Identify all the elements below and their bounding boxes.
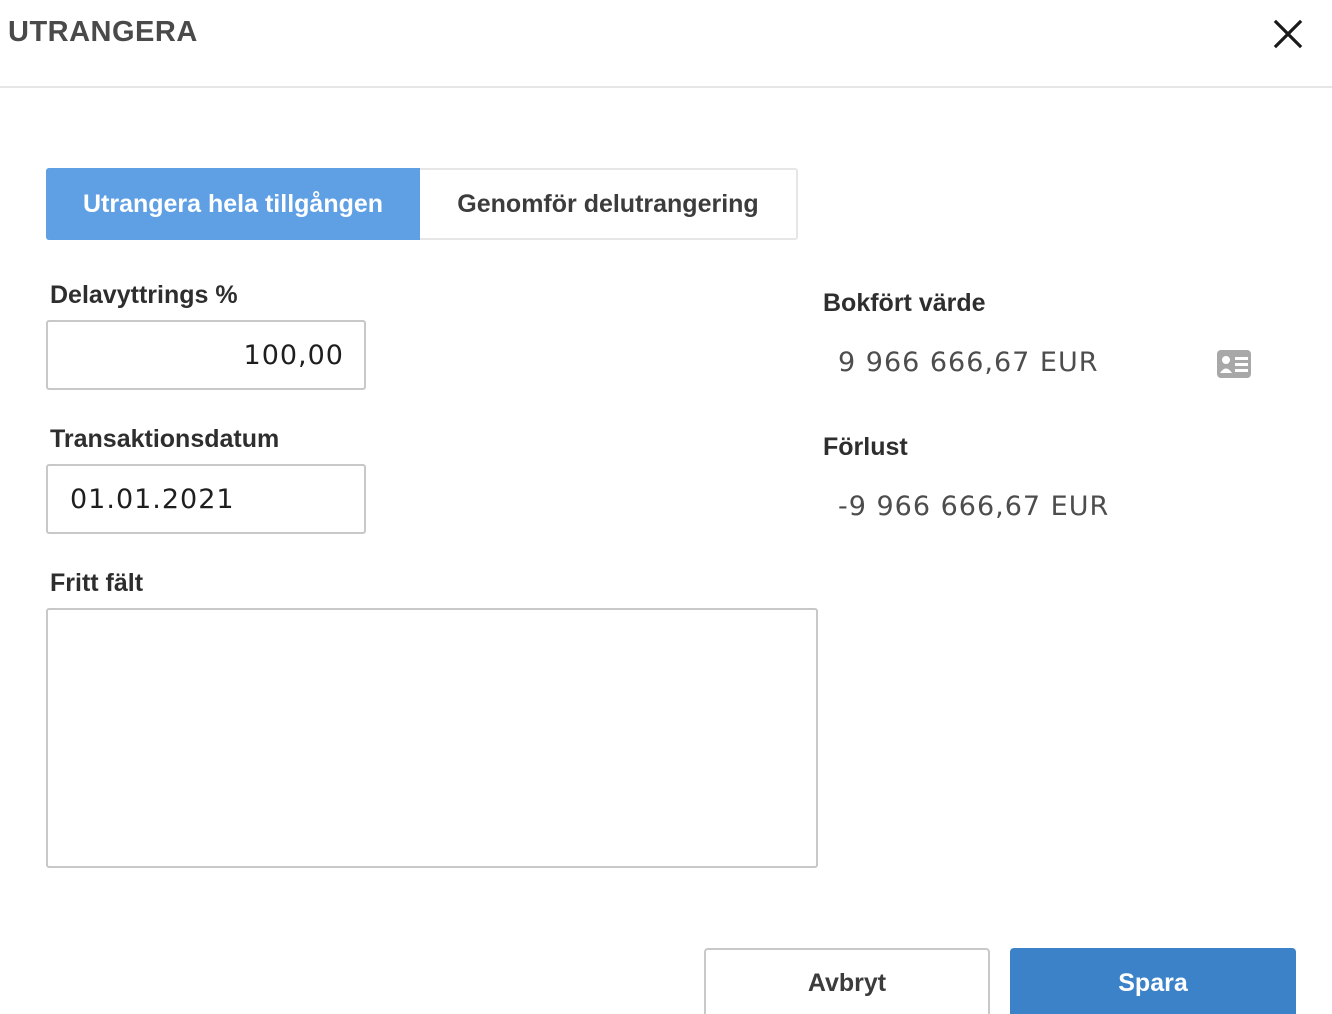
free-field-box [46, 608, 818, 868]
transaction-date-input[interactable] [70, 466, 412, 532]
transaction-date-label: Transaktionsdatum [50, 425, 280, 453]
save-button[interactable]: Spara [1010, 948, 1296, 1014]
close-button[interactable] [1266, 12, 1310, 56]
tab-partial-disposal[interactable]: Genomför delutrangering [420, 170, 796, 238]
disposal-mode-toggle: Utrangera hela tillgången Genomför delut… [46, 168, 798, 240]
tab-dispose-whole-asset[interactable]: Utrangera hela tillgången [46, 168, 420, 240]
book-value-label: Bokfört värde [823, 289, 986, 317]
dispose-asset-dialog: UTRANGERA Utrangera hela tillgången Geno… [0, 0, 1332, 1014]
close-icon [1273, 19, 1303, 49]
dialog-title: UTRANGERA [8, 16, 198, 48]
percent-field [46, 320, 366, 390]
cancel-button[interactable]: Avbryt [704, 948, 990, 1014]
percent-label: Delavyttrings % [50, 281, 238, 309]
percent-input[interactable] [48, 322, 364, 388]
loss-label: Förlust [823, 433, 908, 461]
dialog-header: UTRANGERA [0, 0, 1332, 88]
free-field-label: Fritt fält [50, 569, 144, 597]
book-value-amount: 9 966 666,67 EUR [838, 347, 1099, 378]
loss-amount: -9 966 666,67 EUR [838, 491, 1110, 522]
id-card-icon[interactable] [1216, 348, 1252, 380]
transaction-date-field [46, 464, 412, 534]
free-field-textarea[interactable] [48, 610, 816, 866]
